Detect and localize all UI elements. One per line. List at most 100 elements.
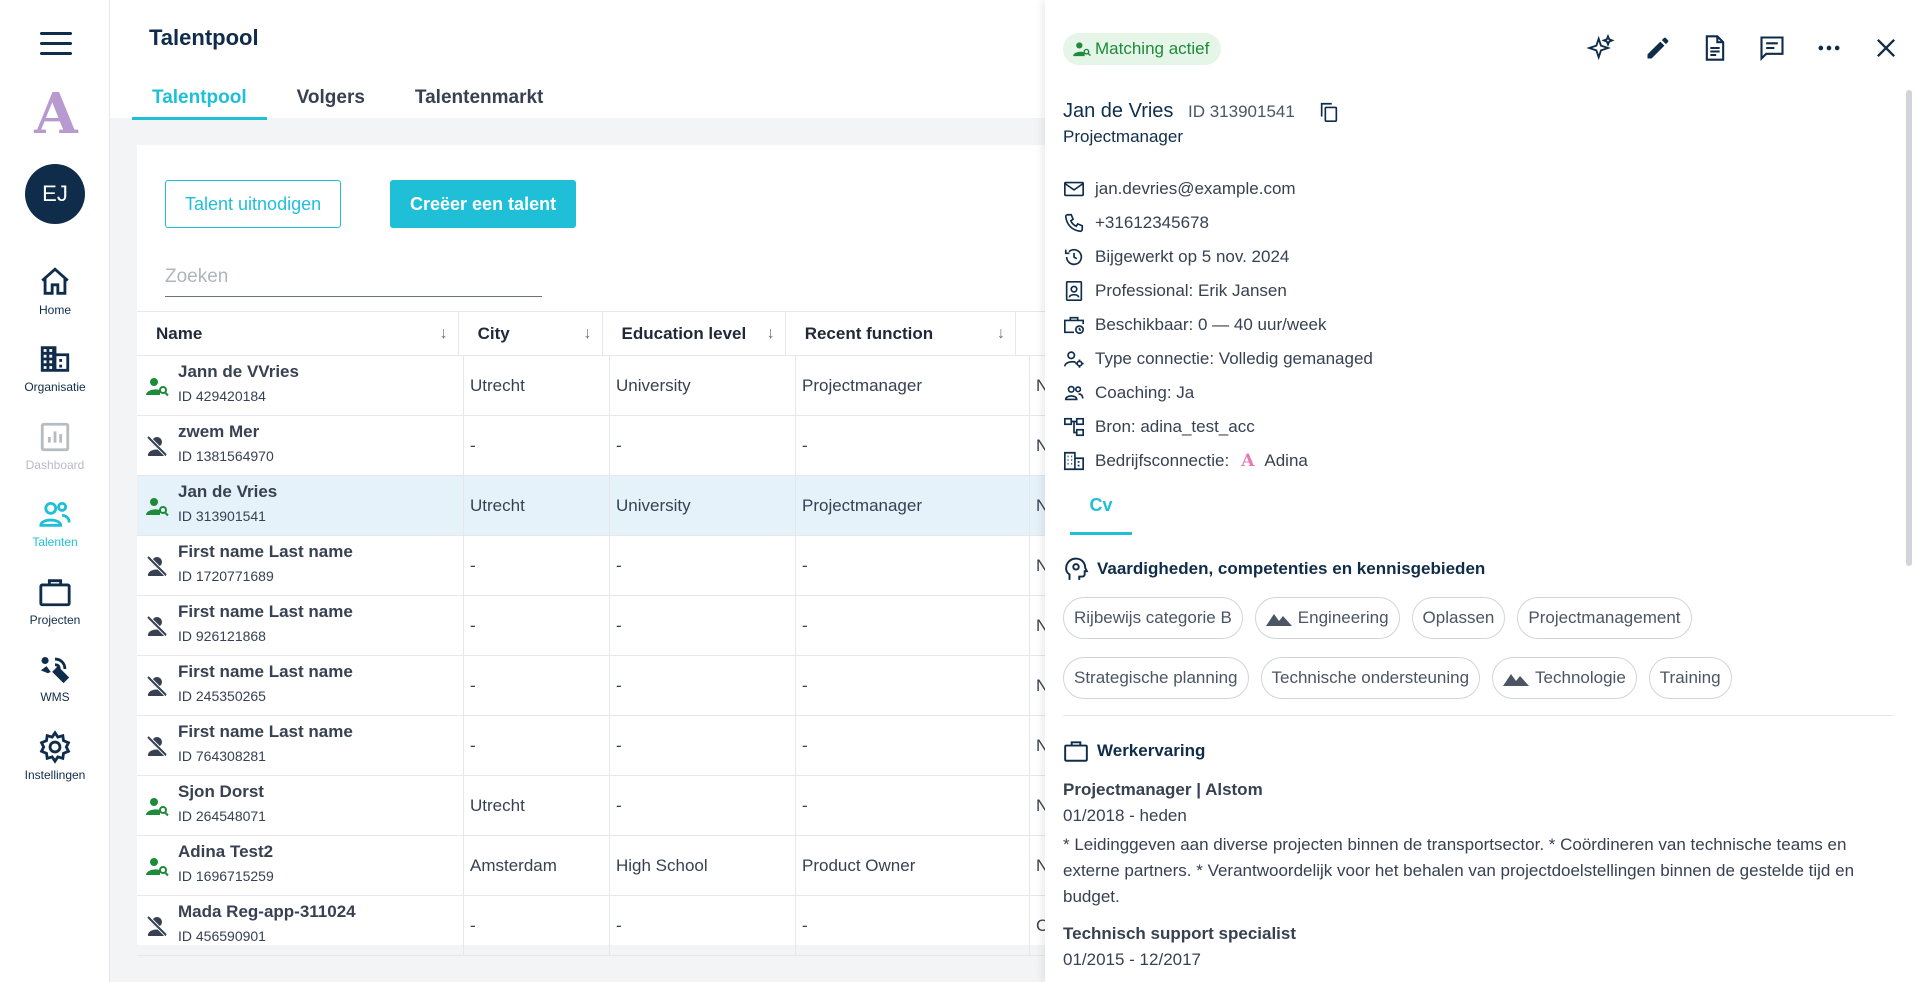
info-company: Bedrijfsconnectie: A Adina: [1063, 444, 1373, 478]
talent-id: ID 1696715259: [178, 868, 274, 884]
invite-talent-button[interactable]: Talent uitnodigen: [165, 180, 342, 228]
table-row[interactable]: Sjon Dorst ID 264548071 Utrecht - - N: [137, 776, 1045, 836]
city-cell: -: [464, 656, 610, 715]
person-search-icon: [145, 374, 169, 398]
skill-label: Training: [1659, 668, 1721, 687]
talent-id: ID 313901541: [178, 508, 266, 524]
function-cell: -: [796, 716, 1030, 775]
sort-arrow-icon[interactable]: ↓: [584, 312, 592, 356]
talent-name: Jan de Vries: [1063, 100, 1174, 122]
talent-id: ID 764308281: [178, 748, 266, 764]
briefcase-clock-icon: [1064, 316, 1084, 335]
panel-scrollbar[interactable]: [1906, 90, 1912, 566]
email-value[interactable]: jan.devries@example.com: [1095, 179, 1296, 199]
function-cell: -: [796, 896, 1030, 955]
table-row[interactable]: zwem Mer ID 1381564970- - - N: [137, 416, 1045, 476]
experience-title: Projectmanager | Alstom: [1063, 780, 1263, 799]
sidebar-item-instellingen[interactable]: Instellingen: [0, 730, 110, 782]
comment-button[interactable]: [1758, 34, 1786, 62]
sidebar-item-dashboard[interactable]: Dashboard: [0, 420, 110, 472]
skill-chip[interactable]: Oplassen: [1411, 597, 1506, 639]
close-button[interactable]: [1872, 34, 1900, 62]
education-cell: -: [610, 716, 796, 775]
skill-chip[interactable]: Technologie: [1492, 657, 1637, 699]
skill-chip[interactable]: Engineering: [1254, 597, 1400, 639]
table-row[interactable]: Mada Reg-app-311024 ID 456590901- - - C: [137, 896, 1045, 956]
table-row[interactable]: Jan de Vries ID 313901541 Utrecht Universit…: [137, 476, 1045, 536]
function-cell: -: [796, 416, 1030, 475]
mountain-icon: [1503, 670, 1535, 686]
company-label: Bedrijfsconnectie:: [1095, 451, 1230, 470]
person-off-icon: [145, 434, 169, 458]
skill-chip[interactable]: Technische ondersteuning: [1260, 657, 1481, 699]
avatar[interactable]: EJ: [25, 164, 85, 224]
edit-button[interactable]: [1644, 34, 1672, 62]
sidebar-item-label: Home: [38, 303, 71, 317]
badge-person-icon: [1065, 281, 1083, 301]
copy-icon[interactable]: [1318, 101, 1340, 123]
sidebar-item-projecten[interactable]: Projecten: [0, 575, 110, 627]
search-input[interactable]: [165, 257, 542, 297]
column-header-education[interactable]: Education level ↓: [603, 312, 786, 356]
talent-role: Projectmanager: [1063, 127, 1184, 146]
column-label: Name: [156, 324, 203, 343]
sidebar-item-wms[interactable]: WMS: [0, 652, 110, 704]
sort-arrow-icon[interactable]: ↓: [997, 312, 1005, 356]
skill-chip[interactable]: Projectmanagement: [1517, 597, 1692, 639]
name-cell: zwem Mer ID 1381564970: [137, 416, 464, 475]
table-body: Jann de VVries ID 429420184 Utrecht Univers…: [137, 356, 1045, 956]
table-row[interactable]: Jann de VVries ID 429420184 Utrecht Univers…: [137, 356, 1045, 416]
sidebar-item-label: Instellingen: [24, 768, 86, 782]
skills-title-text: Vaardigheden, competenties en kennisgebi…: [1097, 559, 1486, 578]
talent-id: ID 313901541: [1188, 102, 1295, 121]
sidebar-item-home[interactable]: Home: [0, 265, 110, 317]
info-availability: Beschikbaar: 0 — 40 uur/week: [1063, 308, 1373, 342]
talent-name: zwem Mer: [178, 422, 260, 441]
table-row[interactable]: Adina Test2 ID 1696715259 Amsterdam High Sc…: [137, 836, 1045, 896]
column-header-city[interactable]: City ↓: [459, 312, 603, 356]
table-row[interactable]: First name Last name ID 764308281- - - N: [137, 716, 1045, 776]
column-header-recent-function[interactable]: Recent function ↓: [786, 312, 1017, 356]
function-cell: -: [796, 656, 1030, 715]
sidebar-item-organisatie[interactable]: Organisatie: [0, 342, 110, 394]
skill-chip[interactable]: Training: [1648, 657, 1732, 699]
tab-cv[interactable]: Cv: [1070, 495, 1132, 535]
sidebar-item-talenten[interactable]: Talenten: [0, 497, 110, 549]
divider: [1063, 715, 1893, 716]
talent-name: Mada Reg-app-311024: [178, 902, 356, 921]
talent-name: Jan de Vries: [178, 482, 278, 501]
ai-sparkle-button[interactable]: [1586, 33, 1615, 62]
skill-chip[interactable]: Rijbewijs categorie B: [1063, 597, 1243, 639]
table-row[interactable]: First name Last name ID 245350265- - - N: [137, 656, 1045, 716]
name-cell: Mada Reg-app-311024 ID 456590901: [137, 896, 464, 955]
sort-arrow-icon[interactable]: ↓: [440, 312, 448, 356]
person-off-icon: [145, 674, 169, 698]
extra-cell: N: [1036, 856, 1045, 875]
table-row[interactable]: First name Last name ID 926121868- - - N: [137, 596, 1045, 656]
tab-talentpool[interactable]: Talentpool: [132, 84, 267, 120]
skill-chip[interactable]: Strategische planning: [1063, 657, 1249, 699]
sort-arrow-icon[interactable]: ↓: [767, 312, 775, 356]
experience-dates: 01/2018 - heden: [1063, 806, 1187, 825]
company-logo: A: [34, 81, 78, 147]
phone-value[interactable]: +31612345678: [1095, 213, 1209, 233]
more-button[interactable]: [1815, 34, 1843, 62]
extra-cell: N: [1036, 496, 1045, 515]
info-phone: +31612345678: [1063, 206, 1373, 240]
column-label: Education level: [621, 324, 747, 343]
badge-label: Matching actief: [1095, 39, 1210, 58]
hamburger-menu-icon[interactable]: [40, 32, 72, 56]
document-button[interactable]: [1701, 34, 1729, 62]
talent-id: ID 1381564970: [178, 448, 274, 464]
tab-talentenmarkt[interactable]: Talentenmarkt: [395, 84, 563, 120]
create-talent-button[interactable]: Creëer een talent: [390, 180, 577, 228]
extra-cell: N: [1036, 676, 1045, 695]
column-header-name[interactable]: Name ↓: [137, 312, 459, 356]
company-name[interactable]: Adina: [1264, 451, 1307, 471]
tab-volgers[interactable]: Volgers: [277, 84, 385, 120]
people-icon: [39, 501, 71, 527]
city-cell: Utrecht: [464, 776, 610, 835]
person-search-icon: [145, 854, 169, 878]
table-row[interactable]: First name Last name ID 1720771689- - - N: [137, 536, 1045, 596]
talent-name: Jann de VVries: [178, 362, 299, 381]
